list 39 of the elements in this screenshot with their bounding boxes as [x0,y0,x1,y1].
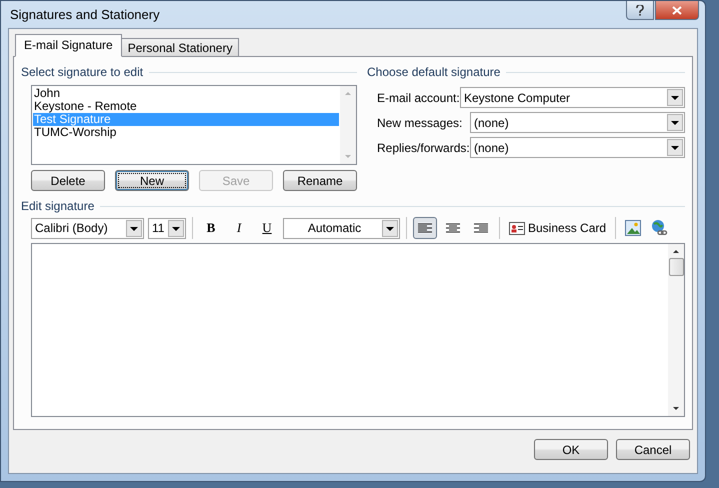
signature-action-button[interactable]: Rename [283,170,357,191]
scrollbar[interactable] [668,244,684,416]
dialog-button[interactable]: Cancel [616,439,690,460]
help-button[interactable] [626,1,654,20]
tab[interactable]: E-mail Signature [15,34,122,57]
align-right-icon [474,222,488,234]
signature-list-item[interactable]: TUMC-Worship [33,126,339,139]
italic-button[interactable]: I [227,217,251,239]
section-label: Edit signature [21,199,94,213]
signature-list-item[interactable]: Keystone - Remote [33,100,339,113]
window-title: Signatures and Stationery [10,7,160,22]
signature-action-button[interactable]: New [115,170,189,191]
bold-button[interactable]: B [199,217,223,239]
font-color-dropdown[interactable]: Automatic [283,218,400,238]
dropdown-field[interactable]: Keystone Computer [460,87,685,108]
dialog-button[interactable]: OK [534,439,608,460]
font-dropdown[interactable]: Calibri (Body) [31,218,144,238]
field-label: Replies/forwards: [377,140,470,154]
tab[interactable]: Personal Stationery [120,38,240,57]
scroll-thumb[interactable] [668,258,684,276]
business-card-icon [509,222,525,234]
align-center-icon [446,222,460,234]
underline-button[interactable]: U [255,217,279,239]
close-button[interactable] [655,1,699,20]
signature-list-item[interactable]: John [33,87,339,100]
dropdown-field[interactable]: (none) [470,137,685,158]
align-left-button[interactable] [413,217,437,239]
font-size-dropdown[interactable]: 11 [148,218,186,238]
close-icon [672,6,682,14]
help-icon [636,4,644,16]
business-card-button[interactable]: Business Card [506,217,610,239]
dropdown-field[interactable]: (none) [470,112,685,133]
field-label: E-mail account: [377,90,460,104]
field-label: New messages: [377,116,464,130]
signature-action-button[interactable]: Delete [31,170,105,191]
section-label: Choose default signature [367,65,500,79]
align-left-icon [418,222,432,234]
section-label: Select signature to edit [21,65,144,79]
signature-list[interactable]: John Keystone - Remote Test Signature TUMC-Worship [31,85,357,165]
